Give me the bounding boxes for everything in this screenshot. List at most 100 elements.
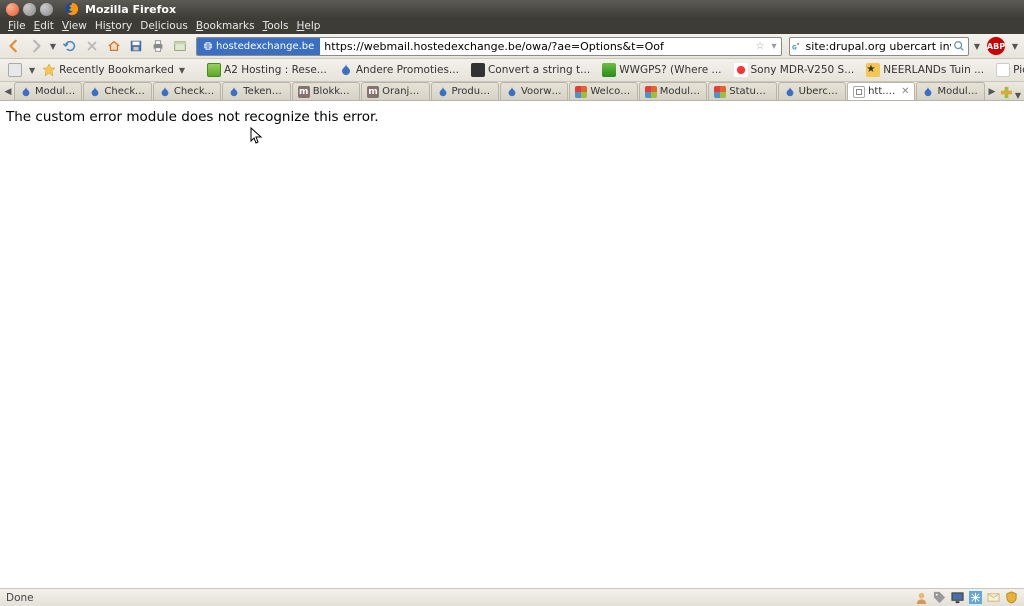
bookmark-dropdown-icon[interactable]: ▼ bbox=[29, 66, 35, 75]
google-icon[interactable]: G▾ bbox=[792, 40, 804, 52]
home-button[interactable] bbox=[105, 37, 123, 55]
status-bar: Done bbox=[0, 588, 1024, 606]
mouse-cursor-icon bbox=[250, 127, 264, 145]
bookmark-sony[interactable]: Sony MDR-V250 S... bbox=[729, 61, 860, 79]
title-bar: Mozilla Firefox bbox=[0, 0, 1024, 18]
bookmark-label: PicardDownload -... bbox=[1013, 64, 1024, 76]
tab-label: Tekenreek... bbox=[243, 86, 284, 97]
tab-close-icon[interactable]: ✕ bbox=[901, 86, 909, 97]
bookmark-label: WWGPS? (Where ... bbox=[619, 64, 721, 76]
tab-label: Product | ... bbox=[452, 86, 493, 97]
menu-history[interactable]: History bbox=[91, 19, 136, 33]
window-minimize-icon[interactable] bbox=[23, 3, 36, 16]
tab-label: Oranje Sp... bbox=[382, 86, 423, 97]
tab[interactable]: Product | ... bbox=[431, 82, 499, 100]
tab-label: Checkout ... bbox=[174, 86, 215, 97]
tab-scroll-left-icon[interactable]: ◀ bbox=[2, 83, 14, 100]
tab[interactable]: Welcome t... bbox=[569, 82, 637, 100]
bookmark-convert[interactable]: Convert a string t... bbox=[466, 61, 595, 79]
bookmark-star-icon[interactable]: ☆ bbox=[753, 41, 767, 52]
menu-file[interactable]: File bbox=[4, 19, 30, 33]
search-input[interactable] bbox=[806, 38, 951, 55]
window-maximize-icon[interactable] bbox=[40, 3, 53, 16]
tab-scroll-right-icon[interactable]: ▶ bbox=[986, 83, 998, 100]
window-title: Mozilla Firefox bbox=[85, 3, 176, 16]
status-shield-icon[interactable] bbox=[1004, 591, 1018, 605]
error-message: The custom error module does not recogni… bbox=[6, 109, 379, 125]
search-bar[interactable]: G▾ bbox=[789, 37, 969, 56]
print-button[interactable] bbox=[149, 37, 167, 55]
bookmark-picard[interactable]: PicardDownload -... bbox=[991, 61, 1024, 79]
tab-label: Voorwaar... bbox=[521, 86, 562, 97]
abp-icon[interactable]: ABP bbox=[987, 37, 1005, 55]
tab-label: Ubercart C... bbox=[799, 86, 840, 97]
bookmark-a2hosting[interactable]: A2 Hosting : Rese... bbox=[202, 61, 332, 79]
tab[interactable]: Voorwaar... bbox=[500, 82, 568, 100]
tab[interactable]: Status rep... bbox=[708, 82, 776, 100]
firefox-icon bbox=[65, 2, 79, 16]
tab[interactable]: Tekenreek... bbox=[222, 82, 290, 100]
bookmark-label: Sony MDR-V250 S... bbox=[751, 64, 855, 76]
page-content: The custom error module does not recogni… bbox=[0, 101, 1024, 588]
url-bar[interactable]: hostedexchange.be ☆ ▾ bbox=[196, 37, 782, 56]
nav-history-dropdown-icon[interactable]: ▼ bbox=[49, 42, 57, 51]
status-tag-icon[interactable] bbox=[932, 591, 946, 605]
tab[interactable]: mOranje Sp... bbox=[361, 82, 429, 100]
bookmark-neerlands[interactable]: ★NEERLANDs Tuin ... bbox=[861, 61, 989, 79]
menu-edit[interactable]: Edit bbox=[30, 19, 58, 33]
forward-button[interactable] bbox=[27, 37, 45, 55]
status-mail-icon[interactable] bbox=[986, 591, 1000, 605]
stop-button[interactable] bbox=[83, 37, 101, 55]
tab[interactable]: Checkout ... bbox=[153, 82, 221, 100]
search-go-icon[interactable] bbox=[953, 37, 966, 56]
bookmark-label: NEERLANDs Tuin ... bbox=[883, 64, 984, 76]
bookmark-show-all[interactable] bbox=[3, 61, 27, 79]
save-button[interactable] bbox=[127, 37, 145, 55]
tab[interactable]: Checkout ... bbox=[83, 82, 151, 100]
menu-view[interactable]: View bbox=[58, 19, 91, 33]
bookmark-label: Convert a string t... bbox=[488, 64, 590, 76]
menu-delicious[interactable]: Delicious bbox=[136, 19, 192, 33]
window-close-icon[interactable] bbox=[6, 3, 19, 16]
tab-bar: ◀ Modules | ... Checkout ... Checkout ... T… bbox=[0, 82, 1024, 101]
bookmark-label: A2 Hosting : Rese... bbox=[224, 64, 327, 76]
reload-button[interactable] bbox=[61, 37, 79, 55]
tab[interactable]: Modules | ... bbox=[639, 82, 707, 100]
tab-list-dropdown-icon[interactable]: ▼ bbox=[1014, 91, 1022, 100]
status-user-icon[interactable] bbox=[914, 591, 928, 605]
bookmark-label: Recently Bookmarked bbox=[59, 64, 174, 76]
bookmark-label: Andere Promoties... bbox=[356, 64, 459, 76]
status-text: Done bbox=[6, 592, 34, 604]
tab-label: Modules | ... bbox=[937, 86, 978, 97]
site-identity-badge[interactable]: hostedexchange.be bbox=[197, 38, 320, 55]
url-dropdown-icon[interactable]: ▾ bbox=[767, 41, 781, 52]
tab[interactable]: Modules | ... bbox=[14, 82, 82, 100]
bookmark-andere[interactable]: Andere Promoties... bbox=[334, 61, 464, 79]
tab-label: Checkout ... bbox=[104, 86, 145, 97]
tab-label: Blokken | ... bbox=[313, 86, 354, 97]
bookmark-wwgps[interactable]: WWGPS? (Where ... bbox=[597, 61, 726, 79]
tab[interactable]: mBlokken | ... bbox=[292, 82, 360, 100]
menu-tools[interactable]: Tools bbox=[259, 19, 293, 33]
menu-bar: File Edit View History Delicious Bookmar… bbox=[0, 18, 1024, 34]
toolbar-overflow-icon[interactable]: ▼ bbox=[973, 42, 981, 51]
tab-label: htt...of bbox=[868, 86, 896, 97]
navigation-toolbar: ▼ hostedexchange.be ☆ ▾ G▾ ▼ ABP ▼ bbox=[0, 34, 1024, 59]
tab-label: Modules | ... bbox=[35, 86, 76, 97]
tab-label: Welcome t... bbox=[590, 86, 631, 97]
menu-bookmarks[interactable]: Bookmarks bbox=[192, 19, 259, 33]
bookmark-recently[interactable]: Recently Bookmarked▼ bbox=[37, 61, 190, 79]
menu-help[interactable]: Help bbox=[292, 19, 324, 33]
new-tab-icon[interactable] bbox=[998, 84, 1014, 100]
status-monitor-icon[interactable] bbox=[950, 591, 964, 605]
status-snowflake-icon[interactable] bbox=[968, 591, 982, 605]
url-input[interactable] bbox=[320, 38, 753, 55]
new-tab-button[interactable] bbox=[171, 37, 189, 55]
site-identity-label: hostedexchange.be bbox=[216, 41, 314, 52]
tab[interactable]: Ubercart C... bbox=[778, 82, 846, 100]
tab[interactable]: Modules | ... bbox=[916, 82, 984, 100]
back-button[interactable] bbox=[5, 37, 23, 55]
svg-text:G: G bbox=[792, 46, 797, 52]
abp-dropdown-icon[interactable]: ▼ bbox=[1011, 42, 1019, 51]
tab[interactable]: htt...of ✕ bbox=[847, 82, 915, 100]
